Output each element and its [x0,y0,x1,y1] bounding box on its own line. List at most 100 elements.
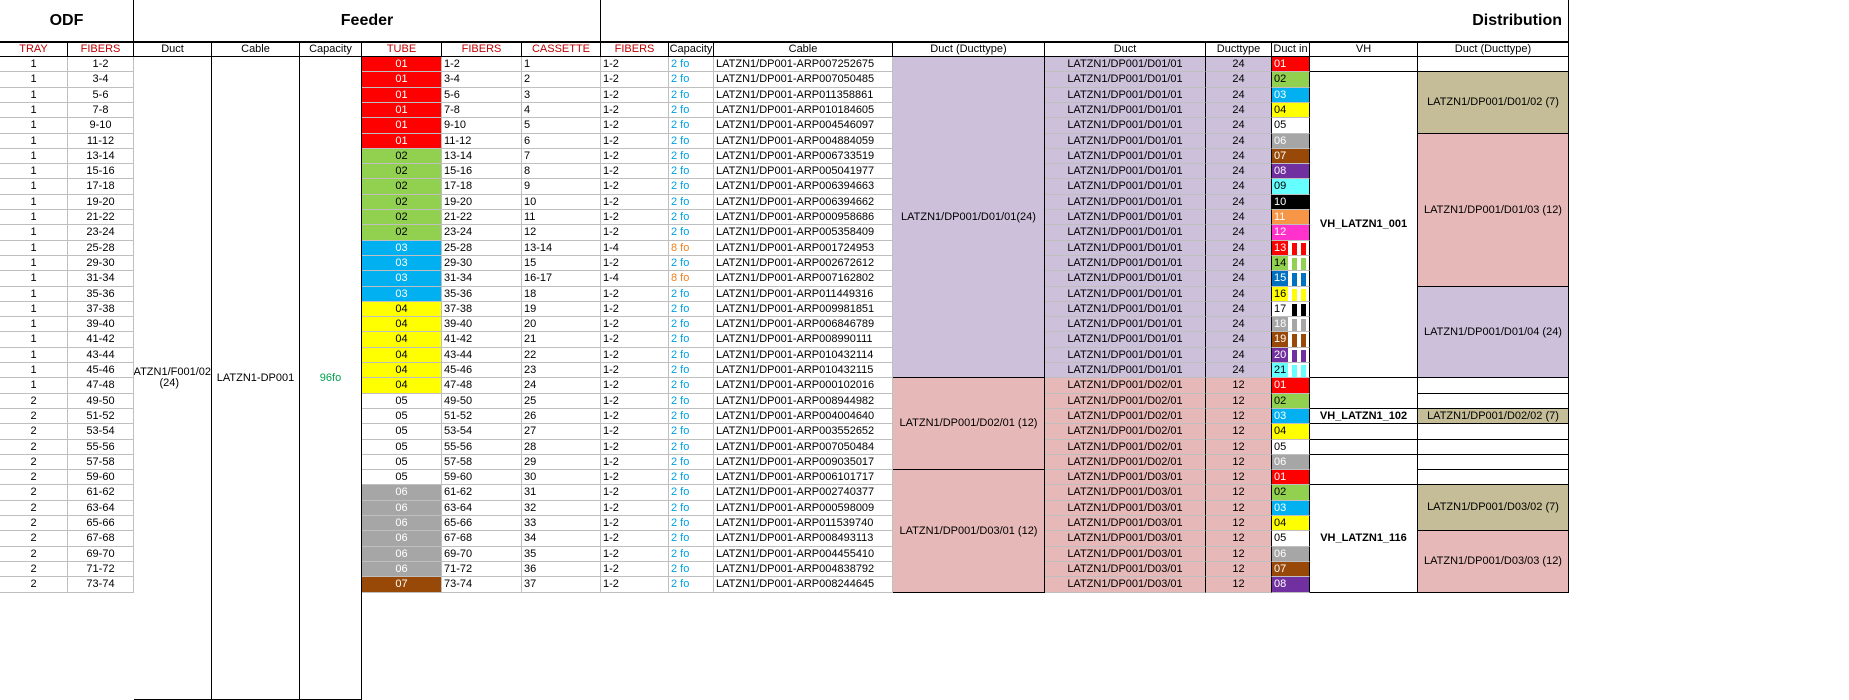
dist-cable-cell[interactable]: LATZN1/DP001-ARP005358409 [714,225,893,241]
dist-cable-cell[interactable]: LATZN1/DP001-ARP008944982 [714,394,893,409]
cassette-cell[interactable]: 6 [522,134,601,149]
duct-in-cell[interactable]: 07 [1272,562,1310,577]
tray-cell[interactable]: 2 [0,485,68,501]
tube-cell[interactable]: 06 [362,531,442,547]
tube-cell[interactable]: 06 [362,516,442,531]
tube-cell[interactable]: 01 [362,118,442,134]
cassette-cell[interactable]: 3 [522,88,601,103]
tube-cell[interactable]: 06 [362,485,442,501]
header-dist-capacity[interactable]: Capacity [669,42,714,57]
dist-fibers-cell[interactable]: 1-2 [601,440,669,455]
distribution-section-header[interactable]: Distribution [601,0,1569,42]
vh-duct-group-cell[interactable] [1418,455,1569,470]
tube-cell[interactable]: 03 [362,256,442,271]
cassette-cell[interactable]: 1 [522,57,601,72]
vh-duct-group-cell[interactable]: LATZN1/DP001/D02/02 (7) [1418,409,1569,424]
dist-fibers-cell[interactable]: 1-2 [601,562,669,577]
dist-cable-cell[interactable]: LATZN1/DP001-ARP008493113 [714,531,893,547]
dist-cable-cell[interactable]: LATZN1/DP001-ARP008244645 [714,577,893,593]
header-cassette[interactable]: CASSETTE [522,42,601,57]
tray-cell[interactable]: 1 [0,271,68,287]
tube-cell[interactable]: 03 [362,271,442,287]
odf-fibers-cell[interactable]: 63-64 [68,501,134,516]
ducttype-cell[interactable]: 12 [1206,440,1272,455]
vh-group-cell[interactable] [1310,455,1418,485]
feeder-capacity-merged-cell[interactable]: 96fo [300,57,362,700]
odf-fibers-cell[interactable]: 73-74 [68,577,134,593]
odf-fibers-cell[interactable]: 41-42 [68,332,134,348]
dist-duct-cell[interactable]: LATZN1/DP001/D01/01 [1045,103,1206,118]
ducttype-cell[interactable]: 24 [1206,363,1272,378]
ducttype-cell[interactable]: 24 [1206,225,1272,241]
vh-group-cell[interactable]: VH_LATZN1_116 [1310,485,1418,593]
duct-in-cell[interactable]: 14 [1272,256,1310,271]
dist-cable-cell[interactable]: LATZN1/DP001-ARP006733519 [714,149,893,164]
dist-fibers-cell[interactable]: 1-2 [601,179,669,195]
feeder-section-header[interactable]: Feeder [134,0,601,42]
dist-capacity-cell[interactable]: 2 fo [669,164,714,179]
ducttype-cell[interactable]: 24 [1206,149,1272,164]
header-dist-duct[interactable]: Duct [1045,42,1206,57]
duct-in-cell[interactable]: 01 [1272,470,1310,485]
odf-fibers-cell[interactable]: 29-30 [68,256,134,271]
cassette-cell[interactable]: 11 [522,210,601,225]
dist-fibers-cell[interactable]: 1-2 [601,164,669,179]
duct-in-cell[interactable]: 16 [1272,287,1310,302]
feeder-fibers-cell[interactable]: 1-2 [442,57,522,72]
tube-cell[interactable]: 01 [362,134,442,149]
dist-duct-cell[interactable]: LATZN1/DP001/D03/01 [1045,516,1206,531]
header-ducttype[interactable]: Ducttype [1206,42,1272,57]
feeder-fibers-cell[interactable]: 11-12 [442,134,522,149]
tray-cell[interactable]: 1 [0,57,68,72]
ducttype-cell[interactable]: 12 [1206,485,1272,501]
odf-fibers-cell[interactable]: 17-18 [68,179,134,195]
vh-duct-group-cell[interactable]: LATZN1/DP001/D03/03 (12) [1418,531,1569,593]
dist-capacity-cell[interactable]: 8 fo [669,271,714,287]
dist-duct-cell[interactable]: LATZN1/DP001/D03/01 [1045,470,1206,485]
feeder-fibers-cell[interactable]: 69-70 [442,547,522,562]
dist-fibers-cell[interactable]: 1-2 [601,225,669,241]
dist-fibers-cell[interactable]: 1-2 [601,394,669,409]
header-cable[interactable]: Cable [212,42,300,57]
ducttype-cell[interactable]: 24 [1206,72,1272,88]
duct-in-cell[interactable]: 04 [1272,424,1310,440]
tray-cell[interactable]: 1 [0,225,68,241]
odf-fibers-cell[interactable]: 7-8 [68,103,134,118]
duct-in-cell[interactable]: 09 [1272,179,1310,195]
ducttype-cell[interactable]: 24 [1206,195,1272,210]
odf-fibers-cell[interactable]: 47-48 [68,378,134,394]
duct-in-cell[interactable]: 11 [1272,210,1310,225]
cassette-cell[interactable]: 22 [522,348,601,363]
header-tray[interactable]: TRAY [0,42,68,57]
dist-cable-cell[interactable]: LATZN1/DP001-ARP004546097 [714,118,893,134]
odf-fibers-cell[interactable]: 65-66 [68,516,134,531]
tube-cell[interactable]: 02 [362,149,442,164]
duct-in-cell[interactable]: 04 [1272,103,1310,118]
feeder-fibers-cell[interactable]: 35-36 [442,287,522,302]
ducttype-cell[interactable]: 24 [1206,88,1272,103]
ducttype-cell[interactable]: 12 [1206,470,1272,485]
tray-cell[interactable]: 2 [0,562,68,577]
ducttype-cell[interactable]: 24 [1206,241,1272,256]
cassette-cell[interactable]: 16-17 [522,271,601,287]
tray-cell[interactable]: 1 [0,118,68,134]
feeder-fibers-cell[interactable]: 7-8 [442,103,522,118]
odf-fibers-cell[interactable]: 35-36 [68,287,134,302]
header-dist-fibers[interactable]: FIBERS [601,42,669,57]
odf-fibers-cell[interactable]: 31-34 [68,271,134,287]
dist-fibers-cell[interactable]: 1-2 [601,317,669,332]
vh-group-cell[interactable] [1310,424,1418,440]
dist-duct-cell[interactable]: LATZN1/DP001/D03/01 [1045,562,1206,577]
duct-in-cell[interactable]: 06 [1272,547,1310,562]
cassette-cell[interactable]: 26 [522,409,601,424]
dist-capacity-cell[interactable]: 2 fo [669,118,714,134]
tube-cell[interactable]: 05 [362,394,442,409]
dist-duct-cell[interactable]: LATZN1/DP001/D01/01 [1045,271,1206,287]
vh-group-cell[interactable] [1310,57,1418,72]
dist-duct-cell[interactable]: LATZN1/DP001/D01/01 [1045,241,1206,256]
cassette-cell[interactable]: 35 [522,547,601,562]
duct-in-cell[interactable]: 19 [1272,332,1310,348]
dist-cable-cell[interactable]: LATZN1/DP001-ARP003552652 [714,424,893,440]
dist-cable-cell[interactable]: LATZN1/DP001-ARP007050484 [714,440,893,455]
dist-duct-cell[interactable]: LATZN1/DP001/D03/01 [1045,501,1206,516]
